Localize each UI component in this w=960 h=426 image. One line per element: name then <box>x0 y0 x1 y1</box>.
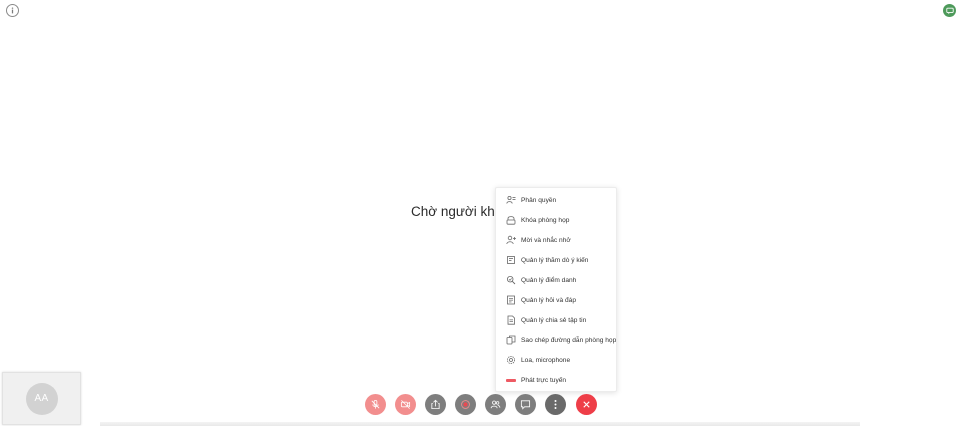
menu-item-manage-qa[interactable]: Quản lý hỏi và đáp <box>496 290 616 310</box>
people-icon <box>490 400 501 409</box>
menu-item-invite[interactable]: Mời và nhắc nhở <box>496 230 616 250</box>
copy-link-icon <box>506 335 516 345</box>
menu-item-label: Phát trực tuyến <box>521 376 567 384</box>
menu-item-lock-room[interactable]: Khóa phòng họp <box>496 210 616 230</box>
participants-button[interactable] <box>485 394 506 415</box>
attendance-icon <box>506 275 516 285</box>
poll-icon <box>506 255 516 265</box>
avatar: AA <box>25 382 58 415</box>
microphone-toggle-button[interactable] <box>365 394 386 415</box>
menu-item-label: Quản lý điểm danh <box>521 276 577 284</box>
menu-item-label: Quản lý hỏi và đáp <box>521 296 576 304</box>
camera-toggle-button[interactable] <box>395 394 416 415</box>
mic-off-icon <box>371 399 380 409</box>
menu-item-label: Sao chép đường dẫn phòng họp <box>521 336 617 344</box>
leave-meeting-button[interactable] <box>576 394 597 415</box>
menu-item-manage-attendance[interactable]: Quản lý điểm danh <box>496 270 616 290</box>
share-screen-button[interactable] <box>425 394 446 415</box>
qa-icon <box>506 295 516 305</box>
menu-item-manage-polls[interactable]: Quản lý thăm dò ý kiến <box>496 250 616 270</box>
menu-item-label: Quản lý chia sẻ tập tin <box>521 316 587 324</box>
menu-item-manage-file-share[interactable]: Quản lý chia sẻ tập tin <box>496 310 616 330</box>
share-icon <box>431 399 440 410</box>
info-button[interactable] <box>6 4 19 17</box>
info-icon <box>11 7 14 14</box>
more-vertical-icon <box>554 400 557 409</box>
menu-item-copy-link[interactable]: Sao chép đường dẫn phòng họp <box>496 330 617 350</box>
record-button[interactable] <box>455 394 476 415</box>
live-stream-icon <box>506 375 516 385</box>
more-options-menu: Phân quyền Khóa phòng họp Mời và nhắc nh… <box>495 187 617 392</box>
add-user-icon <box>506 235 516 245</box>
chat-button[interactable] <box>515 394 536 415</box>
file-share-icon <box>506 315 516 325</box>
menu-item-label: Loa, microphone <box>521 356 571 364</box>
camera-off-icon <box>400 400 411 409</box>
user-role-icon <box>506 195 516 205</box>
close-icon <box>583 401 590 408</box>
menu-item-live-stream[interactable]: Phát trực tuyến <box>496 370 616 390</box>
toolbar-shadow <box>100 422 860 426</box>
lock-icon <box>506 215 516 225</box>
menu-item-label: Quản lý thăm dò ý kiến <box>521 256 589 264</box>
menu-item-permissions[interactable]: Phân quyền <box>496 190 616 210</box>
menu-item-label: Khóa phòng họp <box>521 216 570 224</box>
more-options-button[interactable] <box>545 394 566 415</box>
menu-item-label: Mời và nhắc nhở <box>521 236 571 244</box>
settings-icon <box>506 355 516 365</box>
menu-item-label: Phân quyền <box>521 196 557 204</box>
chat-bubble-icon <box>520 400 531 410</box>
record-icon <box>461 400 470 409</box>
menu-item-audio-settings[interactable]: Loa, microphone <box>496 350 616 370</box>
chat-icon <box>945 7 954 14</box>
chat-toggle-button[interactable] <box>943 4 956 17</box>
self-video-tile[interactable]: AA <box>2 372 81 425</box>
